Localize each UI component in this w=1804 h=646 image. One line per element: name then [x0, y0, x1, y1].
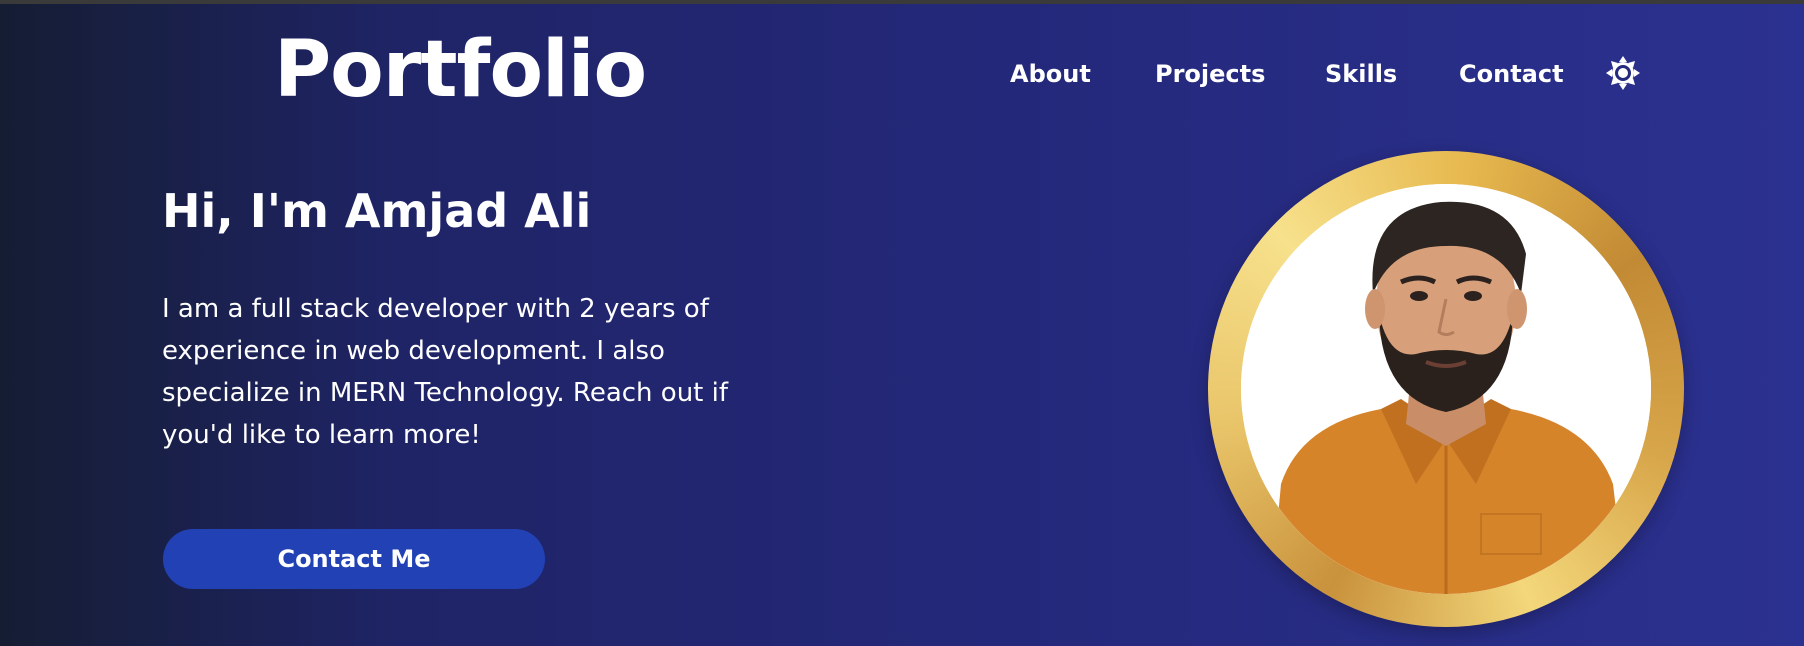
- portfolio-page: Portfolio About Projects Skills Contact …: [0, 0, 1804, 646]
- nav-link-about[interactable]: About: [1010, 56, 1091, 92]
- intro-line: experience in web development. I also: [162, 336, 665, 366]
- site-logo[interactable]: Portfolio: [274, 27, 647, 114]
- nav-link-skills[interactable]: Skills: [1325, 56, 1397, 92]
- profile-photo: [1241, 184, 1651, 594]
- profile-photo-illustration: [1241, 184, 1651, 594]
- intro-line: I am a full stack developer with 2 years…: [162, 294, 709, 324]
- intro-line: specialize in MERN Technology. Reach out…: [162, 378, 729, 408]
- hero-intro: I am a full stack developer with 2 years…: [162, 288, 762, 456]
- theme-toggle-button[interactable]: [1605, 55, 1641, 91]
- hero-greeting: Hi, I'm Amjad Ali: [162, 184, 592, 238]
- contact-me-button[interactable]: Contact Me: [163, 529, 545, 589]
- sun-icon: [1606, 56, 1640, 90]
- intro-line: you'd like to learn more!: [162, 420, 481, 450]
- nav-link-contact[interactable]: Contact: [1459, 56, 1564, 92]
- nav-link-projects[interactable]: Projects: [1155, 56, 1265, 92]
- profile-photo-frame: [1208, 151, 1684, 627]
